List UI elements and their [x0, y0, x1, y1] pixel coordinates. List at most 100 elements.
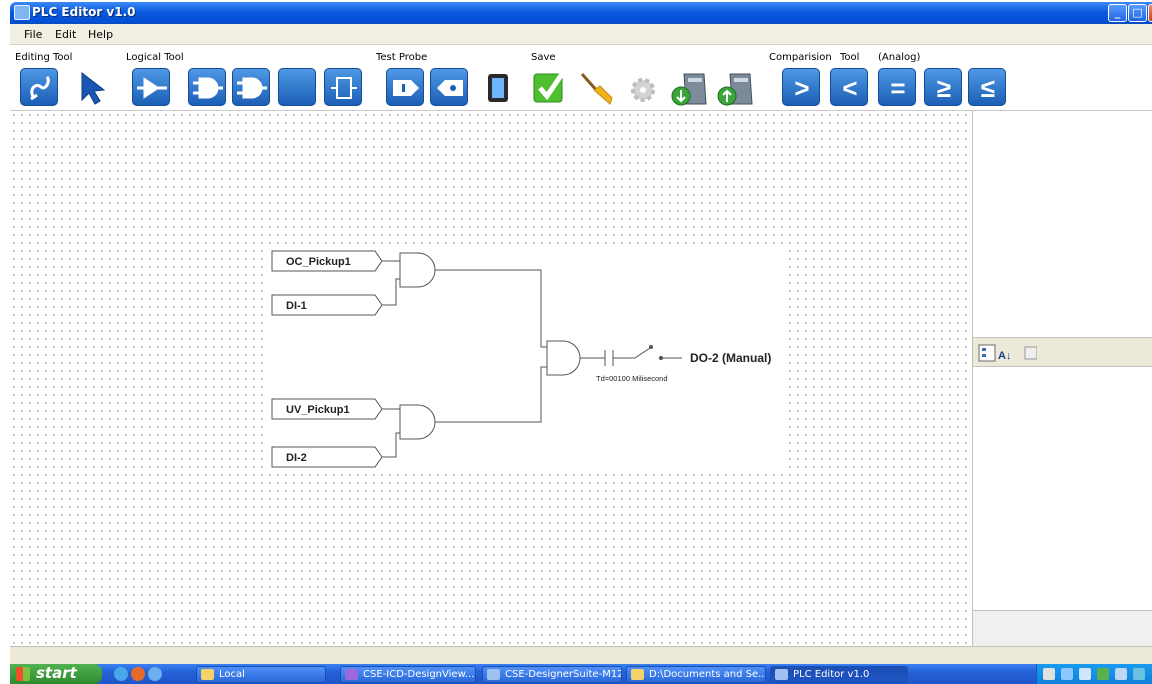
properties-description: [973, 610, 1152, 646]
task-cse-designersuite[interactable]: CSE-DesignerSuite-M12: [482, 666, 622, 683]
group-label-analog: (Analog): [878, 52, 921, 63]
input-probe-button[interactable]: [386, 68, 424, 106]
maximize-button[interactable]: □: [1128, 4, 1147, 22]
group-label-logical: Logical Tool: [126, 52, 184, 63]
input-label-uv-pickup1: UV_Pickup1: [286, 404, 350, 416]
blank-tool-button[interactable]: [278, 68, 316, 106]
output-label: DO-2 (Manual): [690, 351, 771, 365]
folder-icon: [201, 669, 214, 680]
device-button[interactable]: [480, 68, 518, 106]
browser-quicklaunch-icon[interactable]: [148, 667, 162, 681]
svg-text:≥: ≥: [937, 73, 951, 103]
upload-icon: [717, 73, 753, 106]
timer-contact[interactable]: [580, 347, 651, 366]
window-title: PLC Editor v1.0: [32, 5, 136, 19]
broom-icon: [580, 73, 613, 105]
misc-tray-icon[interactable]: [1133, 668, 1145, 680]
equal-icon: =: [890, 73, 905, 103]
svg-text:>: >: [794, 73, 809, 103]
buffer-gate-icon: [137, 77, 167, 99]
checkmark-icon: [533, 72, 565, 103]
property-pages-icon[interactable]: [1024, 346, 1037, 360]
and-gate-icon: [193, 77, 223, 99]
less-than-icon: <: [842, 73, 857, 103]
svg-text:≤: ≤: [981, 73, 995, 103]
security-tray-icon[interactable]: [1097, 668, 1109, 680]
pointer-tool-button[interactable]: [72, 68, 110, 106]
properties-toolbar: A↓: [973, 337, 1152, 367]
sort-alpha-icon[interactable]: A↓: [998, 350, 1011, 362]
display-tray-icon[interactable]: [1115, 668, 1127, 680]
timer-block-button[interactable]: [324, 68, 362, 106]
minimize-button[interactable]: _: [1108, 4, 1127, 22]
settings-button[interactable]: [624, 68, 662, 106]
menu-edit[interactable]: Edit: [55, 28, 76, 41]
and-gate-3[interactable]: [546, 340, 581, 376]
nand-gate-button[interactable]: [232, 68, 270, 106]
group-label-comparision: Comparision: [769, 52, 832, 63]
task-cse-icd-designview[interactable]: CSE-ICD-DesignView...: [340, 666, 476, 683]
task-documents-folder[interactable]: D:\Documents and Se...: [626, 666, 766, 683]
save-button[interactable]: [530, 68, 568, 106]
network-tray-icon[interactable]: [1061, 668, 1073, 680]
status-bar: [10, 646, 1152, 664]
wire-icon: [30, 75, 50, 101]
output-probe-icon: [437, 80, 463, 96]
and-gate-1[interactable]: [399, 252, 436, 288]
upload-button[interactable]: [716, 68, 754, 106]
input-label-di-1: DI-1: [286, 300, 307, 312]
group-label-tool: Tool: [840, 52, 860, 63]
less-equal-icon: ≤: [981, 73, 995, 103]
greater-equal-button[interactable]: ≥: [924, 68, 962, 106]
menu-bar: File Edit Help: [10, 24, 1152, 45]
clear-button[interactable]: [576, 68, 614, 106]
output-probe-button[interactable]: [430, 68, 468, 106]
title-bar[interactable]: PLC Editor v1.0 _ □ ×: [10, 2, 1152, 24]
close-button[interactable]: ×: [1148, 4, 1152, 22]
task-plc-editor[interactable]: PLC Editor v1.0: [770, 666, 908, 683]
greater-than-icon: >: [794, 73, 809, 103]
menu-help[interactable]: Help: [88, 28, 113, 41]
editor-canvas[interactable]: OC_Pickup1 DI-1 UV_Pickup1 DI-2 DO-2 (Ma…: [10, 111, 972, 646]
properties-panel: A↓: [972, 111, 1152, 646]
volume-tray-icon[interactable]: [1079, 668, 1091, 680]
group-label-save: Save: [531, 52, 556, 63]
gear-icon: [631, 78, 655, 102]
app-task-icon: [487, 669, 500, 680]
categorized-icon[interactable]: [978, 344, 996, 362]
input-label-oc-pickup1: OC_Pickup1: [286, 256, 351, 268]
plc-editor-task-icon: [775, 669, 788, 680]
toolbar: Editing Tool Logical Tool Test Probe Sav…: [10, 45, 1152, 111]
app-task-icon: [345, 669, 358, 680]
input-label-di-2: DI-2: [286, 452, 307, 464]
timer-block-icon: [331, 77, 357, 99]
and-gate-2[interactable]: [399, 404, 436, 440]
nand-gate-icon: [237, 77, 267, 99]
logic-diagram: OC_Pickup1 DI-1 UV_Pickup1 DI-2 DO-2 (Ma…: [271, 250, 771, 468]
group-label-editing: Editing Tool: [15, 52, 73, 63]
device-icon: [488, 74, 508, 102]
greater-than-button[interactable]: >: [782, 68, 820, 106]
group-label-test: Test Probe: [376, 52, 428, 63]
wire-tool-button[interactable]: [20, 68, 58, 106]
svg-text:<: <: [842, 73, 857, 103]
less-than-button[interactable]: <: [830, 68, 868, 106]
timer-label: Td=00100 Milisecond: [596, 374, 668, 383]
download-button[interactable]: [670, 68, 708, 106]
download-icon: [671, 73, 707, 106]
input-probe-icon: [393, 80, 419, 96]
less-equal-button[interactable]: ≤: [968, 68, 1006, 106]
buffer-gate-button[interactable]: [132, 68, 170, 106]
folder-icon: [631, 669, 644, 680]
menu-file[interactable]: File: [24, 28, 42, 41]
taskbar: start Local CSE-ICD-DesignView... CSE-De…: [10, 664, 1152, 684]
windows-flag-icon: [16, 667, 30, 681]
start-button[interactable]: start: [10, 664, 102, 684]
task-local[interactable]: Local: [196, 666, 326, 683]
and-gate-button[interactable]: [188, 68, 226, 106]
equal-button[interactable]: =: [878, 68, 916, 106]
svg-text:=: =: [890, 73, 905, 103]
help-tray-icon[interactable]: [1043, 668, 1055, 680]
firefox-quicklaunch-icon[interactable]: [131, 667, 145, 681]
ie-quicklaunch-icon[interactable]: [114, 667, 128, 681]
